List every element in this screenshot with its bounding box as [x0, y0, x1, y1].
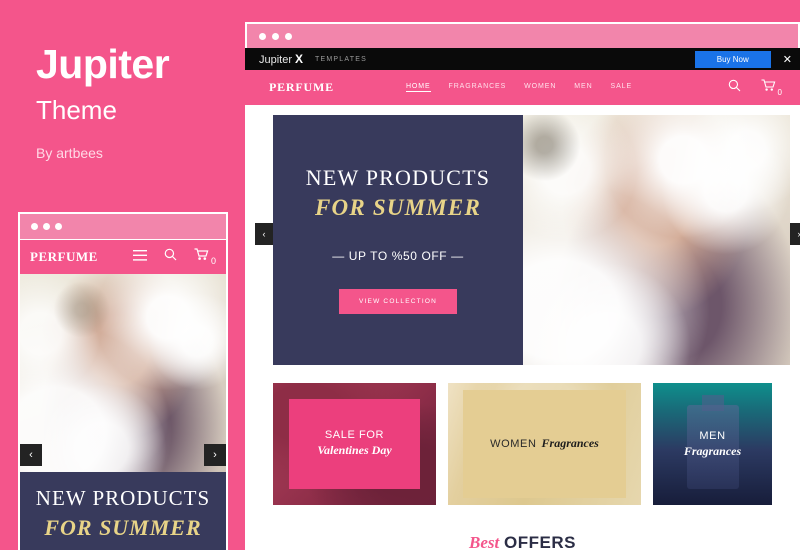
- card-title-italic: Valentines Day: [317, 443, 392, 458]
- best-offers-accent-word: Best: [469, 533, 500, 550]
- card-inner: SALE FOR Valentines Day: [289, 398, 420, 490]
- brand-subtitle: Theme: [36, 95, 117, 125]
- category-card-sale[interactable]: SALE FOR Valentines Day: [273, 383, 436, 505]
- topbar-templates-label: TEMPLATES: [315, 55, 367, 63]
- mobile-hero-subheadline: FOR SUMMER: [44, 515, 202, 540]
- card-title-caps: MEN: [699, 429, 726, 442]
- card-title-caps: SALE FOR: [324, 429, 385, 442]
- cart-icon[interactable]: [194, 248, 209, 266]
- jupiter-topbar: Jupiter X TEMPLATES Buy Now ✕: [245, 48, 800, 70]
- hero-slider: NEW PRODUCTS FOR SUMMER — UP TO %50 OFF …: [255, 115, 800, 365]
- mobile-window-chrome: [20, 214, 226, 240]
- search-icon[interactable]: [728, 79, 741, 97]
- nav-item-sale[interactable]: SALE: [611, 83, 633, 92]
- brand-author: By artbees: [36, 145, 103, 161]
- category-card-women[interactable]: WOMEN Fragrances: [448, 383, 641, 505]
- topbar-brand-name: Jupiter: [259, 54, 293, 66]
- window-dot-close[interactable]: [259, 32, 266, 40]
- mobile-site-logo[interactable]: PERFUME: [30, 249, 98, 265]
- card-inner: MEN Fragrances: [653, 383, 772, 505]
- buy-now-button[interactable]: Buy Now: [694, 50, 771, 68]
- hero-offer-text: — UP TO %50 OFF —: [332, 249, 464, 263]
- category-card-men[interactable]: MEN Fragrances: [653, 383, 772, 505]
- card-title-italic: Fragrances: [683, 443, 742, 458]
- mobile-cart-button[interactable]: 0: [194, 248, 216, 266]
- best-offers-main-word: OFFERS: [504, 533, 576, 550]
- card-title-italic: Fragrances: [541, 436, 599, 451]
- view-collection-button[interactable]: VIEW COLLECTION: [339, 289, 457, 314]
- mobile-hero-headline: NEW PRODUCTS: [35, 486, 211, 510]
- hamburger-menu-icon[interactable]: [132, 248, 147, 266]
- best-offers-heading: Best OFFERS: [245, 533, 800, 550]
- cart-count: 0: [777, 87, 782, 97]
- site-header-icons: 0: [728, 78, 782, 97]
- slider-prev-arrow[interactable]: ‹: [255, 223, 273, 245]
- nav-item-women[interactable]: WOMEN: [524, 83, 556, 92]
- window-dot-minimize[interactable]: [272, 32, 279, 40]
- window-dot-close[interactable]: [31, 223, 38, 230]
- desktop-preview-window: Jupiter X TEMPLATES Buy Now ✕ PERFUME HO…: [245, 22, 800, 550]
- brand-block: Jupiter Theme By artbees: [0, 0, 245, 162]
- nav-item-fragrances[interactable]: FRAGRANCES: [449, 83, 507, 92]
- cart-icon[interactable]: [761, 78, 776, 97]
- mobile-hero-copy: NEW PRODUCTS FOR SUMMER: [20, 472, 226, 550]
- window-dot-minimize[interactable]: [43, 223, 50, 230]
- main-navigation: HOME FRAGRANCES WOMEN MEN SALE: [405, 83, 633, 92]
- slider-next-arrow[interactable]: ›: [790, 223, 800, 245]
- card-title-caps: WOMEN: [490, 437, 537, 450]
- x-mark-icon: X: [295, 52, 304, 66]
- category-cards-row: SALE FOR Valentines Day WOMEN Fragrances…: [273, 383, 772, 505]
- hero-copy-panel: NEW PRODUCTS FOR SUMMER — UP TO %50 OFF …: [273, 115, 523, 365]
- left-promo-panel: Jupiter Theme By artbees PERFUME 0 ‹ › N…: [0, 0, 245, 550]
- mobile-preview-mockup: PERFUME 0 ‹ › NEW PRODUCTS FOR SUMMER: [18, 212, 228, 550]
- nav-item-home[interactable]: HOME: [405, 83, 431, 92]
- site-header: PERFUME HOME FRAGRANCES WOMEN MEN SALE 0: [245, 70, 800, 105]
- mobile-cart-count: 0: [210, 256, 216, 266]
- page-title: Jupiter: [36, 41, 170, 87]
- cart-button[interactable]: 0: [761, 78, 782, 97]
- hero-headline: NEW PRODUCTS: [305, 165, 491, 190]
- search-icon[interactable]: [164, 248, 177, 266]
- hero-subheadline: FOR SUMMER: [314, 195, 482, 220]
- mobile-hero-photo: ‹ ›: [20, 274, 226, 472]
- window-dot-maximize[interactable]: [285, 32, 292, 40]
- desktop-window-chrome: [245, 22, 800, 48]
- nav-item-men[interactable]: MEN: [574, 83, 592, 92]
- mobile-slider-prev-arrow[interactable]: ‹: [20, 444, 42, 466]
- mobile-header-icons: 0: [132, 248, 216, 266]
- window-dot-maximize[interactable]: [55, 223, 62, 230]
- close-icon[interactable]: ✕: [783, 53, 792, 66]
- card-inner: WOMEN Fragrances: [463, 390, 626, 498]
- mobile-slider-next-arrow[interactable]: ›: [204, 444, 226, 466]
- hero-photo: [523, 115, 790, 365]
- site-logo[interactable]: PERFUME: [269, 80, 334, 95]
- mobile-site-header: PERFUME 0: [20, 240, 226, 274]
- topbar-brand: Jupiter X TEMPLATES: [259, 52, 367, 66]
